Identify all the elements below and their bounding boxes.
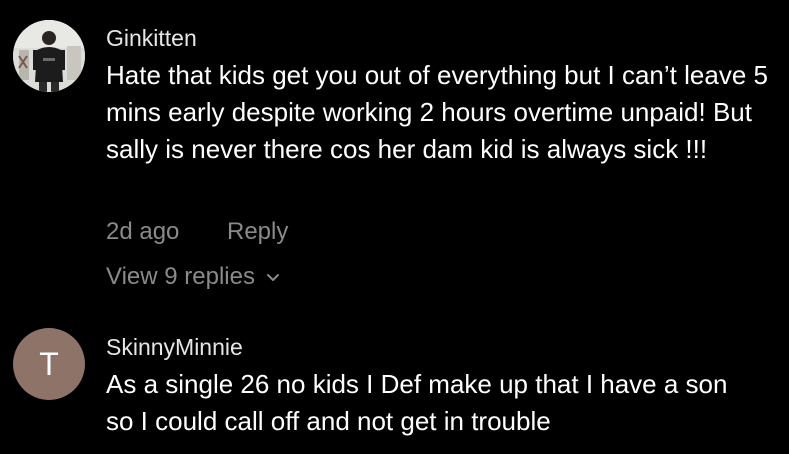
comment-username[interactable]: SkinnyMinnie [106,334,243,361]
comment-timestamp: 2d ago [106,218,180,245]
avatar[interactable]: T [13,328,85,400]
comment-username[interactable]: Ginkitten [106,25,197,52]
view-replies-button[interactable]: View 9 replies [106,263,281,291]
comment-item: T SkinnyMinnie As a single 26 no kids I … [0,320,789,454]
chevron-down-icon [266,274,279,281]
user-photo-icon [13,20,85,92]
avatar[interactable] [13,20,85,92]
view-replies-label: View 9 replies [106,263,255,290]
avatar-letter: T [39,345,59,382]
comment-item: Ginkitten Hate that kids get you out of … [0,0,789,300]
reply-button[interactable]: Reply [227,218,288,246]
comment-text: As a single 26 no kids I Def make up tha… [106,369,728,436]
comment-text: Hate that kids get you out of everything… [106,60,768,164]
